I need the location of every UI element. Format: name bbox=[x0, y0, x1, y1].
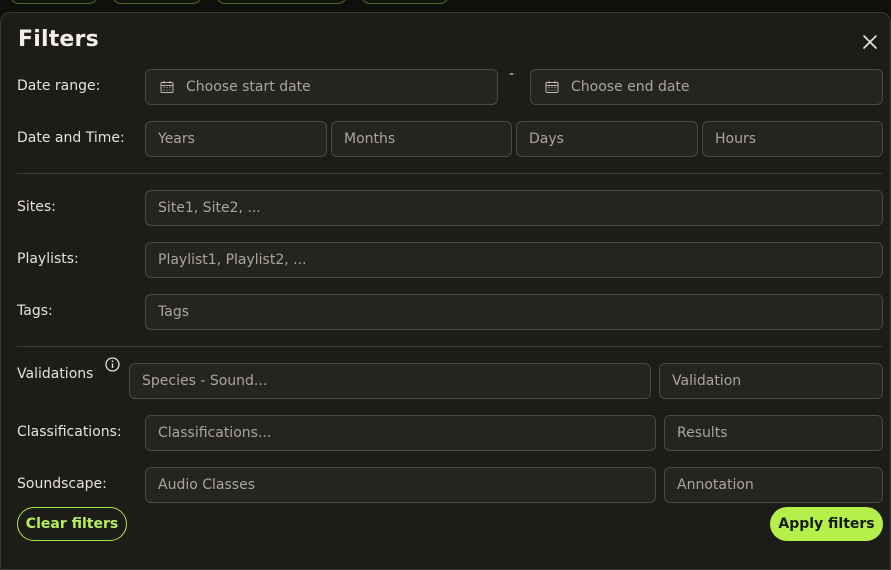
sites-label: Sites: bbox=[17, 199, 56, 215]
playlists-input[interactable]: Playlist1, Playlist2, ... bbox=[145, 242, 883, 278]
date-time-label: Date and Time: bbox=[17, 130, 125, 146]
date-range-label: Date range: bbox=[17, 78, 101, 94]
years-input[interactable]: Years bbox=[145, 121, 327, 157]
playlists-label: Playlists: bbox=[17, 251, 79, 267]
audio-classes-placeholder: Audio Classes bbox=[158, 477, 255, 493]
tags-label: Tags: bbox=[17, 303, 53, 319]
sites-input[interactable]: Site1, Site2, ... bbox=[145, 190, 883, 226]
date-range-separator: - bbox=[509, 66, 515, 82]
background-chip bbox=[112, 0, 202, 4]
tags-input[interactable]: Tags bbox=[145, 294, 883, 330]
calendar-icon bbox=[160, 81, 174, 93]
section-divider bbox=[17, 173, 882, 174]
hours-input[interactable]: Hours bbox=[702, 121, 883, 157]
results-placeholder: Results bbox=[677, 425, 728, 441]
soundscape-label: Soundscape: bbox=[17, 476, 107, 492]
start-date-input[interactable]: Choose start date bbox=[145, 69, 498, 105]
playlists-placeholder: Playlist1, Playlist2, ... bbox=[158, 252, 307, 268]
classifications-label: Classifications: bbox=[17, 424, 122, 440]
validation-placeholder: Validation bbox=[672, 373, 742, 389]
months-placeholder: Months bbox=[344, 131, 396, 147]
species-sound-input[interactable]: Species - Sound... bbox=[129, 363, 651, 399]
days-input[interactable]: Days bbox=[516, 121, 698, 157]
years-placeholder: Years bbox=[158, 131, 195, 147]
sites-placeholder: Site1, Site2, ... bbox=[158, 200, 261, 216]
end-date-placeholder: Choose end date bbox=[571, 79, 690, 95]
annotation-input[interactable]: Annotation bbox=[664, 467, 883, 503]
modal-title: Filters bbox=[18, 27, 99, 52]
calendar-icon bbox=[545, 81, 559, 93]
hours-placeholder: Hours bbox=[715, 131, 757, 147]
start-date-placeholder: Choose start date bbox=[186, 79, 311, 95]
section-divider bbox=[17, 346, 882, 347]
species-sound-placeholder: Species - Sound... bbox=[142, 373, 268, 389]
validations-label: Validations bbox=[17, 366, 94, 382]
info-icon[interactable] bbox=[105, 357, 120, 372]
validation-input[interactable]: Validation bbox=[659, 363, 883, 399]
background-chip bbox=[10, 0, 98, 4]
audio-classes-input[interactable]: Audio Classes bbox=[145, 467, 656, 503]
background-chip bbox=[361, 0, 449, 4]
background-chip bbox=[216, 0, 347, 4]
clear-filters-button[interactable]: Clear filters bbox=[17, 507, 127, 541]
background-filter-chips bbox=[0, 0, 891, 12]
annotation-placeholder: Annotation bbox=[677, 477, 754, 493]
close-icon[interactable] bbox=[861, 33, 879, 51]
end-date-input[interactable]: Choose end date bbox=[530, 69, 883, 105]
days-placeholder: Days bbox=[529, 131, 564, 147]
classifications-placeholder: Classifications... bbox=[158, 425, 272, 441]
months-input[interactable]: Months bbox=[331, 121, 512, 157]
classifications-input[interactable]: Classifications... bbox=[145, 415, 656, 451]
tags-placeholder: Tags bbox=[158, 304, 189, 320]
apply-filters-button[interactable]: Apply filters bbox=[770, 507, 883, 541]
results-input[interactable]: Results bbox=[664, 415, 883, 451]
